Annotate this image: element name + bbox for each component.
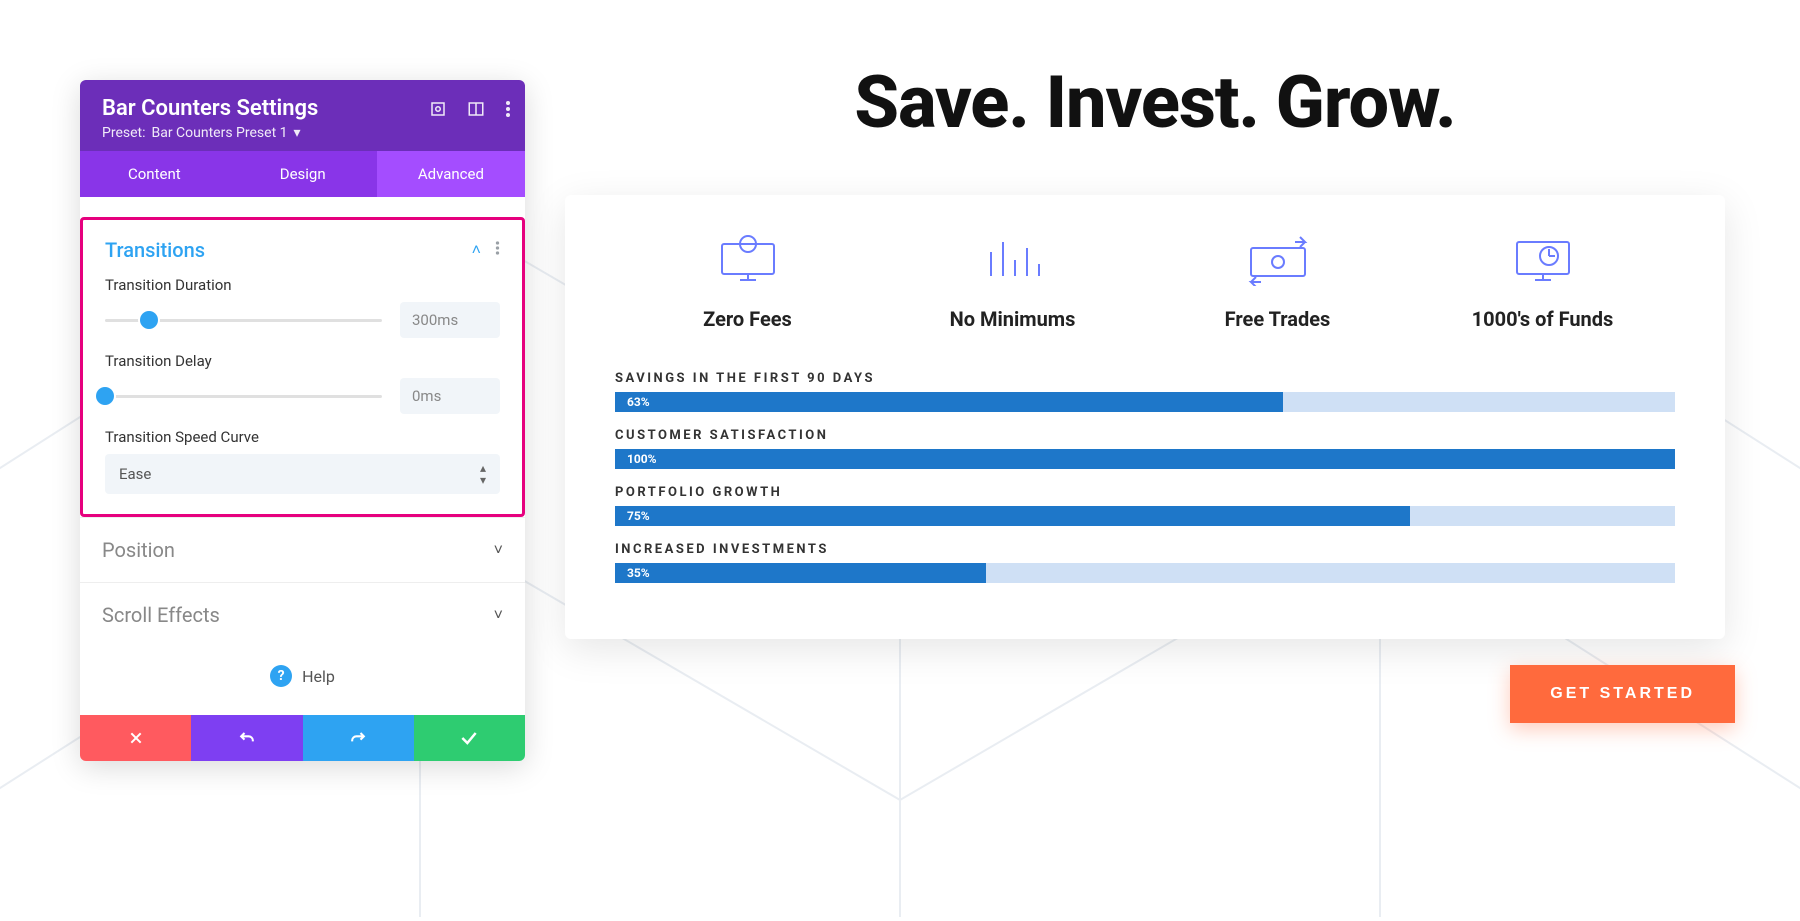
bar-item: CUSTOMER SATISFACTION 100% — [615, 428, 1675, 469]
preset-name: Bar Counters Preset 1 — [152, 125, 288, 141]
more-vertical-icon[interactable] — [505, 100, 511, 118]
transitions-section: Transitions ˄ Transition Duration 300ms — [80, 217, 525, 517]
bar-percent: 35% — [615, 566, 650, 580]
bar-item: INCREASED INVESTMENTS 35% — [615, 542, 1675, 583]
bar-percent: 63% — [615, 395, 650, 409]
bar-track: 100% — [615, 449, 1675, 469]
get-started-button[interactable]: GET STARTED — [1510, 665, 1735, 723]
money-transfer-icon — [1145, 231, 1410, 289]
feature-zero-fees: Zero Fees — [615, 231, 880, 331]
feature-label: Zero Fees — [615, 307, 880, 331]
bar-title: PORTFOLIO GROWTH — [615, 485, 1675, 500]
save-button[interactable] — [414, 715, 525, 761]
caret-down-icon: ▾ — [294, 125, 301, 141]
feature-row: Zero Fees No Minimums Free Trades — [615, 231, 1675, 331]
clock-monitor-icon — [1410, 231, 1675, 289]
undo-button[interactable] — [191, 715, 302, 761]
transition-delay-label: Transition Delay — [105, 352, 500, 370]
panel-header: Bar Counters Settings Preset: Bar Counte… — [80, 80, 525, 151]
feature-free-trades: Free Trades — [1145, 231, 1410, 331]
section-more-icon[interactable] — [495, 240, 500, 260]
layout-columns-icon[interactable] — [467, 100, 485, 118]
scroll-effects-section[interactable]: Scroll Effects ˅ — [80, 582, 525, 647]
page-preview: Save. Invest. Grow. Zero Fees No Minimum… — [565, 60, 1745, 723]
user-monitor-icon — [615, 231, 880, 289]
chevron-down-icon: ˅ — [494, 540, 503, 560]
bar-fill: 63% — [615, 392, 1283, 412]
expand-icon[interactable] — [429, 100, 447, 118]
panel-footer — [80, 715, 525, 761]
hero-title: Save. Invest. Grow. — [565, 60, 1745, 145]
bar-item: SAVINGS IN THE FIRST 90 DAYS 63% — [615, 371, 1675, 412]
bar-fill: 75% — [615, 506, 1410, 526]
tab-advanced[interactable]: Advanced — [377, 151, 525, 197]
content-card: Zero Fees No Minimums Free Trades — [565, 195, 1725, 639]
preset-prefix: Preset: — [102, 125, 146, 141]
transition-duration-slider[interactable] — [105, 310, 382, 330]
feature-thousands-funds: 1000's of Funds — [1410, 231, 1675, 331]
transition-speed-curve-label: Transition Speed Curve — [105, 428, 500, 446]
transition-delay-value[interactable]: 0ms — [400, 378, 500, 414]
bar-title: CUSTOMER SATISFACTION — [615, 428, 1675, 443]
redo-button[interactable] — [303, 715, 414, 761]
bar-track: 35% — [615, 563, 1675, 583]
bar-track: 75% — [615, 506, 1675, 526]
panel-tabs: Content Design Advanced — [80, 151, 525, 197]
feature-label: Free Trades — [1145, 307, 1410, 331]
help-icon: ? — [270, 665, 292, 687]
position-title: Position — [102, 538, 175, 562]
feature-label: 1000's of Funds — [1410, 307, 1675, 331]
help-link[interactable]: ? Help — [80, 647, 525, 715]
bar-percent: 100% — [615, 452, 657, 466]
transitions-title: Transitions — [105, 238, 205, 262]
scroll-effects-title: Scroll Effects — [102, 603, 220, 627]
feature-label: No Minimums — [880, 307, 1145, 331]
help-label: Help — [302, 667, 335, 686]
position-section[interactable]: Position ˅ — [80, 517, 525, 582]
bar-item: PORTFOLIO GROWTH 75% — [615, 485, 1675, 526]
bar-fill: 100% — [615, 449, 1675, 469]
select-caret-icon: ▴▾ — [480, 462, 486, 486]
preset-selector[interactable]: Preset: Bar Counters Preset 1 ▾ — [102, 125, 301, 141]
chevron-down-icon: ˅ — [494, 605, 503, 625]
transition-duration-value[interactable]: 300ms — [400, 302, 500, 338]
bar-title: SAVINGS IN THE FIRST 90 DAYS — [615, 371, 1675, 386]
settings-panel: Bar Counters Settings Preset: Bar Counte… — [80, 80, 525, 761]
transition-delay-slider[interactable] — [105, 386, 382, 406]
cancel-button[interactable] — [80, 715, 191, 761]
transition-speed-curve-select[interactable]: Ease ▴▾ — [105, 454, 500, 494]
bar-counters: SAVINGS IN THE FIRST 90 DAYS 63% CUSTOME… — [615, 371, 1675, 583]
bar-chart-icon — [880, 231, 1145, 289]
collapse-chevron-icon[interactable]: ˄ — [472, 240, 481, 260]
transition-duration-label: Transition Duration — [105, 276, 500, 294]
speed-curve-value: Ease — [119, 465, 151, 483]
feature-no-minimums: No Minimums — [880, 231, 1145, 331]
bar-title: INCREASED INVESTMENTS — [615, 542, 1675, 557]
bar-percent: 75% — [615, 509, 650, 523]
bar-track: 63% — [615, 392, 1675, 412]
tab-content[interactable]: Content — [80, 151, 229, 197]
tab-design[interactable]: Design — [229, 151, 377, 197]
bar-fill: 35% — [615, 563, 986, 583]
